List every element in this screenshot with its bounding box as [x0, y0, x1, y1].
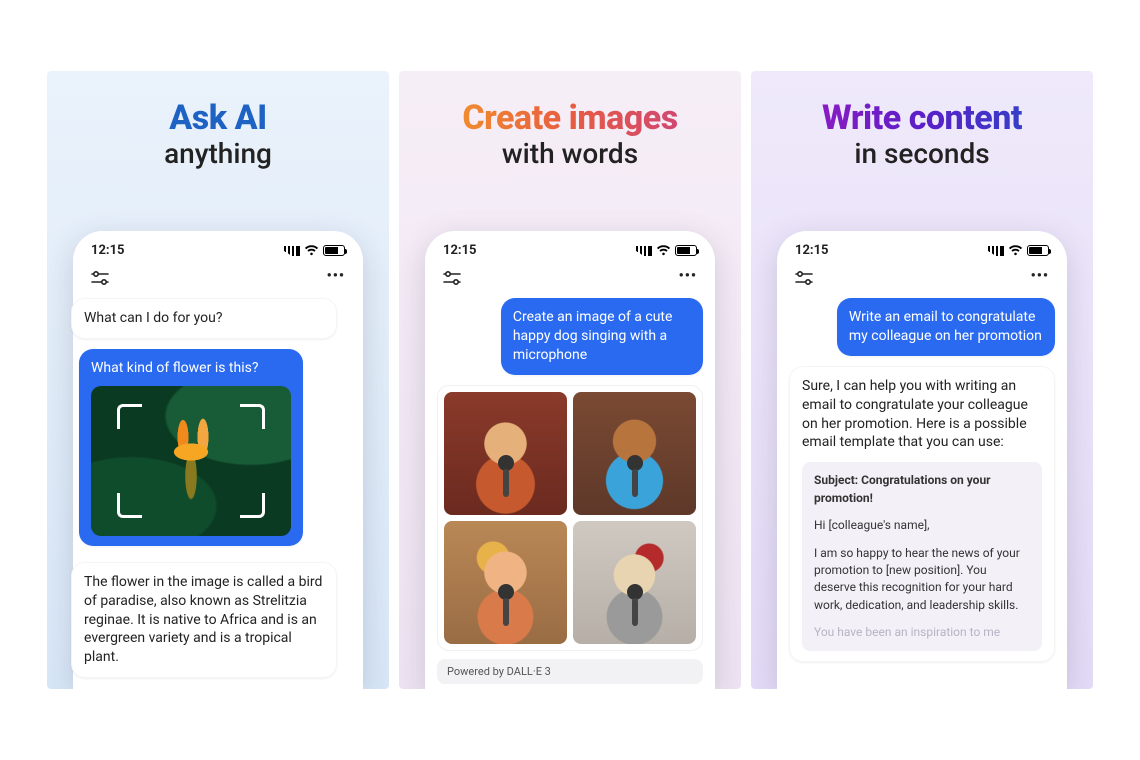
attached-photo — [91, 386, 291, 536]
app-topbar: ••• — [73, 264, 363, 294]
status-indicators — [284, 245, 345, 256]
status-bar: 12:15 — [777, 231, 1067, 264]
headline-main: Write content — [751, 101, 1093, 137]
battery-icon — [323, 245, 345, 256]
marketing-panels: Ask AI anything 12:15 ••• — [47, 71, 1093, 689]
cellular-signal-icon — [284, 246, 300, 256]
bot-message-response: Sure, I can help you with writing an ema… — [789, 366, 1055, 663]
panel-create-images: Create images with words 12:15 ••• — [399, 71, 741, 689]
phone-mock: 12:15 ••• Write an email to congratulate… — [777, 231, 1067, 689]
wifi-icon — [304, 245, 319, 256]
generated-image-1[interactable] — [444, 392, 567, 515]
generated-image-2[interactable] — [573, 392, 696, 515]
battery-icon — [1027, 245, 1049, 256]
generated-image-grid — [437, 385, 703, 651]
status-bar: 12:15 — [425, 231, 715, 264]
status-time: 12:15 — [795, 243, 829, 258]
status-bar: 12:15 — [73, 231, 363, 264]
email-body: I am so happy to hear the news of your p… — [814, 545, 1030, 615]
user-message-question: What kind of flower is this? — [79, 349, 303, 546]
email-greeting: Hi [colleague's name], — [814, 517, 1030, 534]
chat-thread: What can I do for you? What kind of flow… — [73, 294, 363, 678]
email-body-fade: You have been an inspiration to me — [814, 624, 1030, 641]
app-topbar: ••• — [425, 264, 715, 294]
app-topbar: ••• — [777, 264, 1067, 294]
bot-message-greeting: What can I do for you? — [71, 298, 337, 339]
more-options-icon[interactable]: ••• — [1031, 268, 1049, 284]
generated-image-3[interactable] — [444, 521, 567, 644]
headline-main: Create images — [399, 101, 741, 137]
panel-write-content: Write content in seconds 12:15 ••• — [751, 71, 1093, 689]
battery-icon — [675, 245, 697, 256]
chat-thread: Create an image of a cute happy dog sing… — [425, 294, 715, 684]
bot-intro-text: Sure, I can help you with writing an ema… — [802, 377, 1042, 453]
user-message-prompt: Write an email to congratulate my collea… — [837, 298, 1055, 356]
email-template-card: Subject: Congratulations on your promoti… — [802, 462, 1042, 651]
headline: Create images with words — [399, 101, 741, 168]
bot-message-answer: The flower in the image is called a bird… — [71, 562, 337, 678]
phone-mock: 12:15 ••• What can I do for you? — [73, 231, 363, 689]
headline-main: Ask AI — [47, 101, 389, 137]
status-indicators — [636, 245, 697, 256]
wifi-icon — [1008, 245, 1023, 256]
user-message-prompt: Create an image of a cute happy dog sing… — [501, 298, 703, 375]
chat-thread: Write an email to congratulate my collea… — [777, 294, 1067, 662]
scan-frame-overlay — [119, 406, 263, 516]
settings-sliders-icon[interactable] — [795, 270, 813, 282]
phone-mock: 12:15 ••• Create an image of a cute happ… — [425, 231, 715, 689]
user-message-text: What kind of flower is this? — [91, 360, 258, 376]
more-options-icon[interactable]: ••• — [679, 268, 697, 284]
email-subject: Subject: Congratulations on your promoti… — [814, 472, 1030, 507]
headline: Ask AI anything — [47, 101, 389, 168]
settings-sliders-icon[interactable] — [443, 270, 461, 282]
wifi-icon — [656, 245, 671, 256]
more-options-icon[interactable]: ••• — [327, 268, 345, 284]
status-time: 12:15 — [91, 243, 125, 258]
headline-sub: with words — [399, 139, 741, 168]
cellular-signal-icon — [636, 246, 652, 256]
cellular-signal-icon — [988, 246, 1004, 256]
headline-sub: in seconds — [751, 139, 1093, 168]
generated-image-4[interactable] — [573, 521, 696, 644]
headline: Write content in seconds — [751, 101, 1093, 168]
status-time: 12:15 — [443, 243, 477, 258]
headline-sub: anything — [47, 139, 389, 168]
panel-ask-ai: Ask AI anything 12:15 ••• — [47, 71, 389, 689]
powered-by-label: Powered by DALL·E 3 — [437, 659, 703, 684]
status-indicators — [988, 245, 1049, 256]
settings-sliders-icon[interactable] — [91, 270, 109, 282]
